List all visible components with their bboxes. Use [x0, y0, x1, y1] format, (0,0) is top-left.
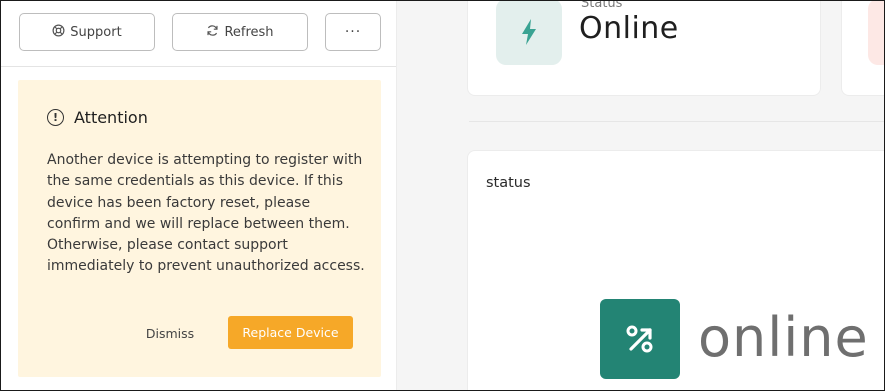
left-panel: Support Refresh ··· ! Attention Another … [0, 0, 396, 391]
online-logo-text: online [698, 306, 869, 369]
status-value: Online [579, 11, 679, 46]
status-icon-box [496, 0, 562, 65]
divider [469, 121, 885, 122]
status-widget-card: status online [467, 150, 885, 391]
divider [0, 66, 396, 67]
support-button-label: Support [70, 24, 122, 40]
alert-header: ! Attention [47, 108, 148, 127]
status-card: Status Online [467, 0, 821, 96]
right-panel: Status Online status online [396, 0, 885, 391]
status-label: Status [581, 0, 623, 11]
alert-message: Another device is attempting to register… [47, 152, 365, 275]
alert-info-icon: ! [47, 109, 64, 126]
support-icon [52, 24, 65, 41]
secondary-status-card [841, 0, 885, 96]
refresh-button[interactable]: Refresh [172, 13, 308, 51]
dismiss-button[interactable]: Dismiss [146, 317, 194, 349]
replace-device-button[interactable]: Replace Device [228, 316, 353, 349]
percent-arrow-icon [600, 299, 680, 379]
more-options-button[interactable]: ··· [325, 13, 381, 51]
bolt-icon [522, 19, 536, 45]
secondary-status-icon-box [868, 0, 885, 65]
widget-title: status [486, 175, 531, 191]
refresh-icon [206, 24, 219, 41]
alert-title: Attention [74, 108, 148, 127]
more-options-label: ··· [344, 24, 362, 40]
attention-alert: ! Attention Another device is attempting… [18, 80, 381, 377]
refresh-button-label: Refresh [224, 24, 274, 40]
support-button[interactable]: Support [19, 13, 155, 51]
